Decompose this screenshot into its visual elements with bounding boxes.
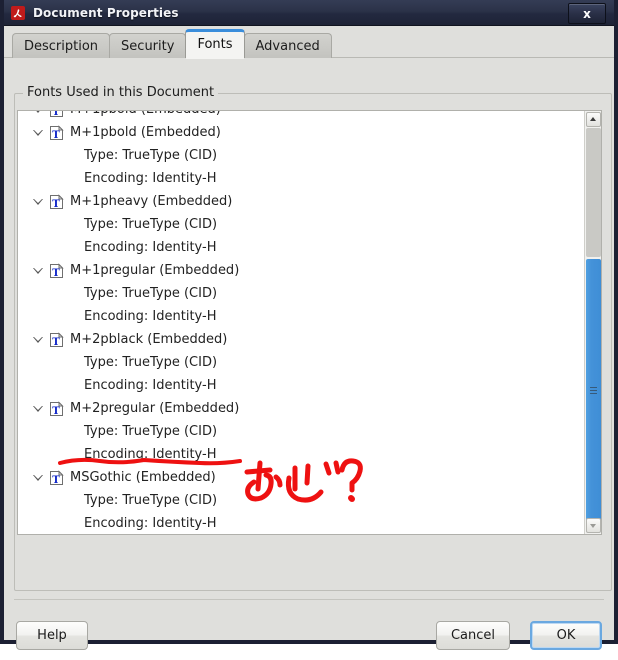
font-detail-item: Encoding: Identity-H bbox=[18, 374, 583, 397]
font-detail-item: Encoding: Identity-H bbox=[18, 512, 583, 534]
tab-description[interactable]: Description bbox=[12, 33, 111, 58]
svg-text:T: T bbox=[52, 110, 60, 118]
font-detail-label: Type: TrueType (CID) bbox=[84, 217, 218, 232]
font-detail-item: Encoding: Identity-H bbox=[18, 443, 583, 466]
truetype-font-icon: T bbox=[49, 262, 64, 279]
font-list-item[interactable]: T M+1pregular (Embedded) bbox=[18, 259, 583, 282]
font-list: T M+1pbold (Embedded) T M+1pbold (Embedded)… bbox=[18, 110, 583, 534]
font-detail-label: Encoding: Identity-H bbox=[84, 240, 217, 255]
svg-text:T: T bbox=[52, 268, 60, 279]
font-detail-item: Encoding: Identity-H bbox=[18, 236, 583, 259]
close-icon: x bbox=[583, 6, 591, 21]
font-detail-label: Type: TrueType (CID) bbox=[84, 424, 218, 439]
truetype-font-icon: T bbox=[49, 124, 64, 141]
expand-collapse-triangle-icon[interactable] bbox=[32, 333, 45, 346]
scroll-up-arrow-icon[interactable] bbox=[586, 112, 601, 127]
truetype-font-icon: T bbox=[49, 331, 64, 348]
tab-strip: Description Security Fonts Advanced bbox=[4, 26, 614, 59]
tab-fonts[interactable]: Fonts bbox=[185, 29, 245, 59]
font-detail-label: Encoding: Identity-H bbox=[84, 447, 217, 462]
font-list-item[interactable]: T M+1pbold (Embedded) bbox=[18, 121, 583, 144]
expand-collapse-triangle-icon[interactable] bbox=[32, 111, 45, 116]
close-button[interactable]: x bbox=[568, 3, 606, 24]
expand-collapse-triangle-icon[interactable] bbox=[32, 402, 45, 415]
font-list-item[interactable]: T M+2pblack (Embedded) bbox=[18, 328, 583, 351]
svg-text:T: T bbox=[52, 199, 60, 210]
font-name-label: M+1pregular (Embedded) bbox=[70, 263, 240, 278]
scrollbar-grip-icon bbox=[590, 387, 597, 394]
font-detail-label: Type: TrueType (CID) bbox=[84, 148, 218, 163]
font-list-item[interactable]: T MSGothic (Embedded) bbox=[18, 466, 583, 489]
truetype-font-icon: T bbox=[49, 469, 64, 486]
font-detail-item: Encoding: Identity-H bbox=[18, 167, 583, 190]
scrollbar-track[interactable] bbox=[586, 128, 601, 257]
font-name-label: M+2pregular (Embedded) bbox=[70, 401, 240, 416]
tab-advanced[interactable]: Advanced bbox=[243, 33, 332, 58]
expand-collapse-triangle-icon[interactable] bbox=[32, 471, 45, 484]
ok-button[interactable]: OK bbox=[530, 621, 602, 650]
font-detail-item: Type: TrueType (CID) bbox=[18, 144, 583, 167]
dialog-body: Description Security Fonts Advanced Font… bbox=[4, 26, 614, 650]
truetype-font-icon: T bbox=[49, 400, 64, 417]
vertical-scrollbar[interactable] bbox=[584, 111, 601, 534]
font-detail-label: Type: TrueType (CID) bbox=[84, 286, 218, 301]
font-detail-item: Type: TrueType (CID) bbox=[18, 213, 583, 236]
fonts-listbox[interactable]: T M+1pbold (Embedded) T M+1pbold (Embedded)… bbox=[17, 110, 602, 535]
font-detail-item: Encoding: Identity-H bbox=[18, 305, 583, 328]
document-properties-dialog: Document Properties x Description Securi… bbox=[0, 0, 618, 650]
font-detail-label: Encoding: Identity-H bbox=[84, 516, 217, 531]
font-name-label: M+2pblack (Embedded) bbox=[70, 332, 228, 347]
help-button[interactable]: Help bbox=[16, 621, 88, 650]
scrollbar-thumb[interactable] bbox=[586, 259, 601, 521]
truetype-font-icon: T bbox=[49, 110, 64, 118]
truetype-font-icon: T bbox=[49, 193, 64, 210]
font-name-label: MSGothic (Embedded) bbox=[70, 470, 216, 485]
svg-text:T: T bbox=[52, 337, 60, 348]
footer-divider bbox=[14, 599, 604, 600]
font-detail-label: Encoding: Identity-H bbox=[84, 309, 217, 324]
font-detail-item: Type: TrueType (CID) bbox=[18, 489, 583, 512]
window-title: Document Properties bbox=[33, 5, 179, 20]
font-detail-label: Type: TrueType (CID) bbox=[84, 355, 218, 370]
dialog-footer: Help Cancel OK bbox=[4, 616, 614, 660]
expand-collapse-triangle-icon[interactable] bbox=[32, 195, 45, 208]
font-name-label: M+1pbold (Embedded) bbox=[70, 125, 221, 140]
font-detail-label: Type: TrueType (CID) bbox=[84, 493, 218, 508]
font-name-label: M+1pbold (Embedded) bbox=[70, 111, 221, 121]
expand-collapse-triangle-icon[interactable] bbox=[32, 264, 45, 277]
acrobat-icon bbox=[10, 5, 26, 21]
title-bar: Document Properties x bbox=[4, 0, 614, 26]
scroll-down-arrow-icon[interactable] bbox=[586, 518, 601, 533]
font-detail-label: Encoding: Identity-H bbox=[84, 378, 217, 393]
tab-security[interactable]: Security bbox=[109, 33, 187, 58]
svg-text:T: T bbox=[52, 406, 60, 417]
font-list-item[interactable]: T M+1pheavy (Embedded) bbox=[18, 190, 583, 213]
svg-text:T: T bbox=[52, 475, 60, 486]
cancel-button[interactable]: Cancel bbox=[435, 621, 510, 650]
expand-collapse-triangle-icon[interactable] bbox=[32, 126, 45, 139]
font-detail-item: Type: TrueType (CID) bbox=[18, 282, 583, 305]
font-detail-item: Type: TrueType (CID) bbox=[18, 351, 583, 374]
font-detail-label: Encoding: Identity-H bbox=[84, 171, 217, 186]
font-detail-item: Type: TrueType (CID) bbox=[18, 420, 583, 443]
fonts-group-label: Fonts Used in this Document bbox=[23, 85, 219, 100]
font-list-item[interactable]: T M+1pbold (Embedded) bbox=[18, 110, 583, 121]
font-list-item[interactable]: T M+2pregular (Embedded) bbox=[18, 397, 583, 420]
svg-text:T: T bbox=[52, 130, 60, 141]
font-name-label: M+1pheavy (Embedded) bbox=[70, 194, 233, 209]
